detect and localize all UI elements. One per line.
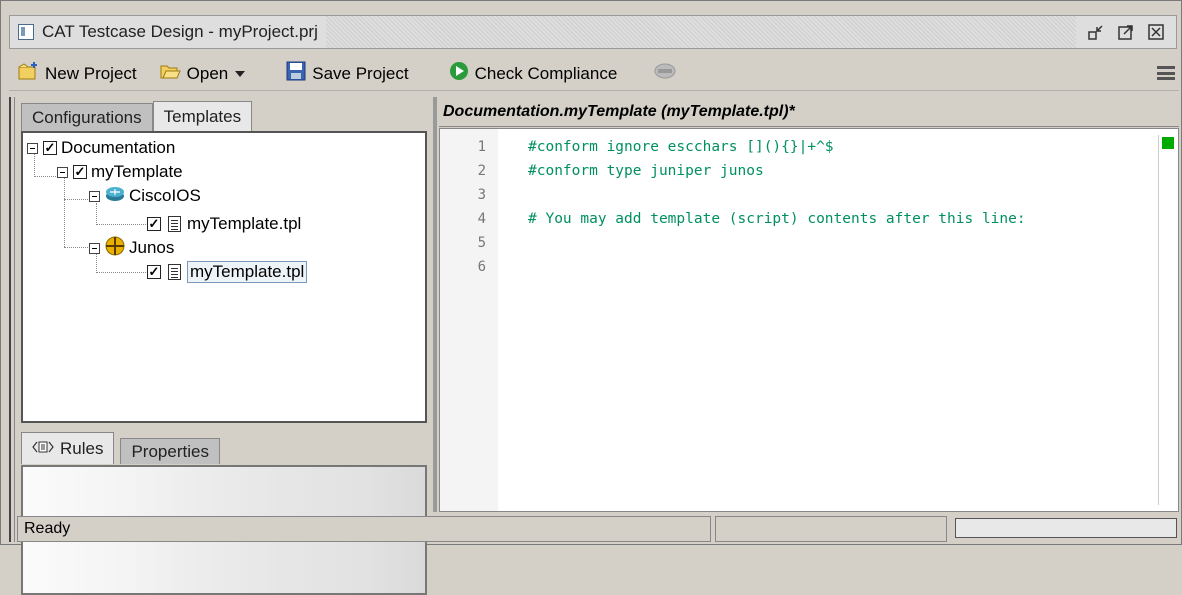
left-edge-border	[9, 97, 15, 542]
tree-connector	[64, 199, 90, 200]
status-text: Ready	[17, 516, 711, 542]
window-icon	[18, 24, 34, 40]
tab-templates-label: Templates	[163, 106, 242, 126]
save-project-label: Save Project	[312, 63, 409, 83]
new-project-icon	[17, 61, 39, 86]
close-icon[interactable]	[1146, 22, 1166, 42]
left-panel: Configurations Templates ✓ Documentation	[17, 97, 432, 595]
code-line[interactable]: #conform ignore escchars [](){}|+^$	[528, 139, 834, 155]
title-area: CAT Testcase Design - myProject.prj	[10, 16, 326, 48]
code-line[interactable]: #conform type juniper junos	[528, 163, 764, 179]
open-button[interactable]: Open	[151, 59, 255, 89]
checkbox-documentation[interactable]: ✓	[43, 141, 57, 155]
tree-item-label: myTemplate.tpl	[187, 214, 302, 233]
tree-item-label: CiscoIOS	[129, 186, 201, 205]
template-tree: ✓ Documentation ✓ myTemplate CiscoIOS ✓ …	[21, 131, 427, 423]
status-cell-middle	[715, 516, 947, 542]
window-controls	[1076, 16, 1176, 48]
tree-item-junos-file[interactable]: ✓ myTemplate.tpl	[147, 261, 308, 283]
tree-connector	[96, 272, 146, 273]
document-icon	[168, 216, 181, 232]
toolbar: New Project Open Save Project Check Comp…	[9, 57, 1179, 91]
code-editor[interactable]: 1 2 3 4 5 6 #conform ignore escchars [](…	[439, 128, 1179, 512]
tab-properties[interactable]: Properties	[120, 438, 220, 464]
tab-templates[interactable]: Templates	[152, 101, 253, 131]
tree-item-mytemplate[interactable]: ✓ myTemplate	[57, 161, 183, 183]
menu-icon[interactable]	[1157, 63, 1175, 83]
checkbox-junos-file[interactable]: ✓	[147, 265, 161, 279]
save-disk-icon	[286, 61, 306, 86]
tree-connector	[34, 176, 58, 177]
line-number: 3	[477, 187, 486, 203]
open-label: Open	[186, 63, 229, 83]
line-number: 1	[477, 139, 486, 155]
tree-connector	[96, 224, 146, 225]
maximize-icon[interactable]	[1116, 22, 1136, 42]
chevron-down-icon	[234, 64, 246, 84]
status-bar: Ready	[17, 514, 1179, 542]
pane-splitter[interactable]	[433, 97, 437, 512]
status-marker-icon	[1162, 137, 1174, 149]
line-number: 6	[477, 259, 486, 275]
check-compliance-button[interactable]: Check Compliance	[441, 59, 626, 89]
tab-configurations[interactable]: Configurations	[21, 103, 153, 131]
minimize-icon[interactable]	[1086, 22, 1106, 42]
code-line[interactable]: # You may add template (script) contents…	[528, 211, 1026, 227]
tree-item-cisco-file[interactable]: ✓ myTemplate.tpl	[147, 213, 301, 235]
progress-bar	[955, 518, 1177, 538]
tree-connector	[64, 177, 65, 247]
tree-item-label: Junos	[129, 238, 175, 257]
editor-title: Documentation.myTemplate (myTemplate.tpl…	[439, 97, 1179, 127]
tree-item-junos[interactable]: Junos	[89, 236, 175, 261]
rules-icon	[32, 439, 54, 459]
open-folder-icon	[159, 61, 181, 86]
new-project-label: New Project	[45, 63, 137, 83]
tab-configurations-label: Configurations	[32, 107, 142, 127]
bottom-tab-strip: Rules Properties	[21, 432, 220, 464]
collapse-icon[interactable]	[89, 242, 100, 254]
tab-rules-label: Rules	[60, 438, 104, 458]
tab-properties-label: Properties	[131, 441, 209, 461]
line-number: 4	[477, 211, 486, 227]
checkbox-mytemplate[interactable]: ✓	[73, 165, 87, 179]
collapse-icon[interactable]	[27, 142, 38, 154]
tree-item-label-selected: myTemplate.tpl	[187, 261, 308, 283]
tree-item-ciscoios[interactable]: CiscoIOS	[89, 185, 201, 207]
tab-rules[interactable]: Rules	[21, 432, 115, 464]
window-title: CAT Testcase Design - myProject.prj	[42, 22, 318, 41]
tree-item-documentation[interactable]: ✓ Documentation	[27, 137, 175, 159]
editor-scrollbar[interactable]	[1158, 135, 1176, 505]
save-project-button[interactable]: Save Project	[278, 59, 416, 89]
collapse-icon[interactable]	[89, 190, 100, 202]
tree-connector	[64, 247, 90, 248]
junos-icon	[105, 236, 125, 261]
app-window: CAT Testcase Design - myProject.prj New …	[0, 0, 1182, 595]
line-number: 2	[477, 163, 486, 179]
checkbox-cisco-file[interactable]: ✓	[147, 217, 161, 231]
play-icon	[449, 61, 469, 86]
line-number: 5	[477, 235, 486, 251]
title-bar[interactable]: CAT Testcase Design - myProject.prj	[9, 15, 1177, 49]
tree-item-label: myTemplate	[91, 162, 183, 181]
router-icon	[105, 186, 125, 207]
document-icon	[168, 264, 181, 280]
left-tab-strip: Configurations Templates	[21, 101, 253, 131]
check-compliance-label: Check Compliance	[474, 63, 618, 83]
disabled-tool-icon	[653, 61, 677, 86]
collapse-icon[interactable]	[57, 166, 68, 178]
new-project-button[interactable]: New Project	[9, 59, 145, 89]
tree-item-label: Documentation	[61, 138, 176, 157]
disabled-action-button[interactable]	[645, 59, 685, 89]
